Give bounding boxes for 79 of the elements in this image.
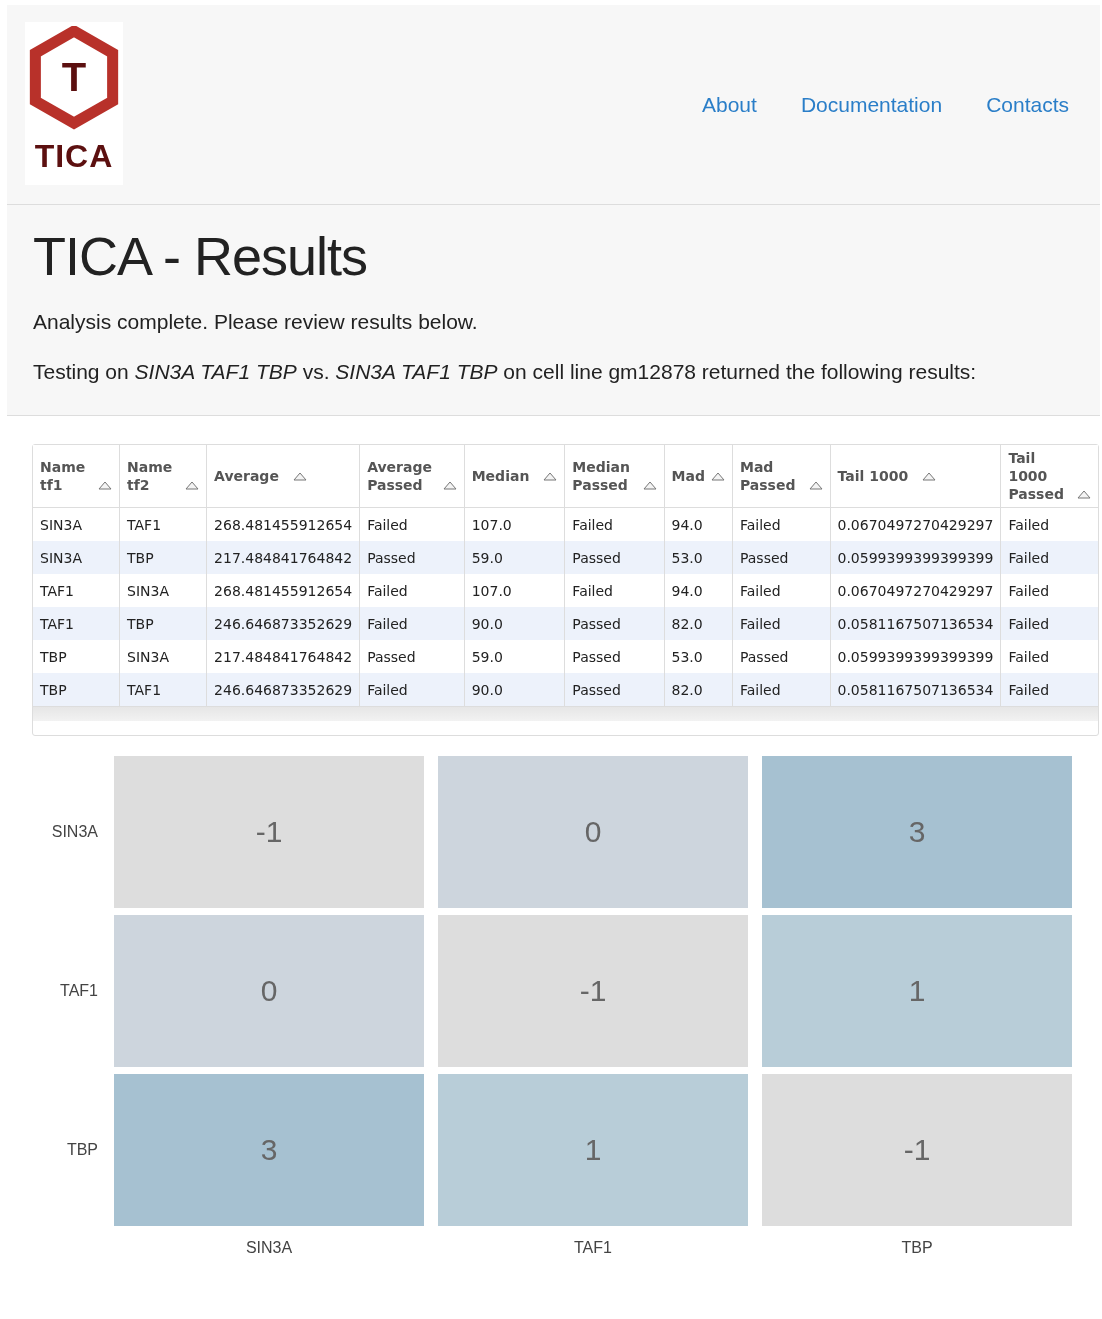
column-header[interactable]: Average [206,445,360,508]
table-cell: 59.0 [464,541,565,574]
table-cell: Failed [1000,507,1098,541]
sort-icon [808,481,823,490]
heatmap-cell: 3 [762,756,1072,908]
table-cell: Failed [1000,640,1098,673]
table-cell: Passed [359,541,465,574]
sort-icon [98,481,113,490]
table-cell: Failed [1000,607,1098,640]
column-header[interactable]: Name tf1 [33,445,120,508]
sort-icon [543,471,558,481]
table-cell: Passed [564,541,665,574]
heatmap-cell: 1 [762,915,1072,1067]
sort-icon [922,471,937,481]
heatmap-cell: 3 [114,1074,424,1226]
column-label: TAF1 [573,1238,613,1257]
sort-icon [292,471,307,481]
nav-link[interactable]: Documentation [800,93,943,117]
column-header[interactable]: Average Passed [359,445,465,508]
table-cell: TBP [119,607,207,640]
row-label: TBP [65,1141,99,1159]
horizontal-scrollbar[interactable] [33,706,1098,721]
table-cell: TAF1 [33,607,120,640]
column-header[interactable]: Mad [664,445,733,508]
table-cell: Failed [359,673,465,706]
table-cell: Failed [1000,541,1098,574]
table-cell: 82.0 [664,607,733,640]
table-cell: 90.0 [464,607,565,640]
table-cell: SIN3A [33,541,120,574]
table-cell: Failed [1000,574,1098,607]
table-cell: Passed [732,541,830,574]
page-title: TICA - Results [33,225,369,287]
table-cell: Failed [1000,673,1098,706]
row-label: SIN3A [50,823,99,841]
table-cell: 0.0581167507136534 [830,607,1001,640]
column-header[interactable]: Tail 1000 [830,445,1001,508]
heatmap-cell: -1 [114,756,424,908]
row-label: TAF1 [59,982,99,1000]
table-cell: 0.0581167507136534 [830,673,1001,706]
nav-link[interactable]: About [702,93,757,117]
table-cell: Failed [732,607,830,640]
column-label: TBP [900,1238,934,1257]
table-cell: Passed [564,607,665,640]
column-header[interactable]: Median Passed [564,445,665,508]
heatmap-cell: 0 [114,915,424,1067]
sort-icon [642,481,657,490]
sort-icon [185,481,200,490]
table-cell: Failed [359,607,465,640]
table-cell: 90.0 [464,673,565,706]
heatmap-cell: 0 [438,756,748,908]
table-cell: 53.0 [664,541,733,574]
description-text: Testing on SIN3A TAF1 TBP vs. SIN3A TAF1 TBP on cell line gm12878 returned the following results: [33,359,978,385]
logo-wordmark: TICA [34,138,114,175]
column-label: SIN3A [244,1238,294,1257]
column-header[interactable]: Name tf2 [119,445,207,508]
table-cell: TAF1 [119,673,207,706]
table-cell: 82.0 [664,673,733,706]
logo-card[interactable]: T TICA [25,22,123,185]
table-cell: 217.484841764842 [206,541,360,574]
heatmap-cell: -1 [762,1074,1072,1226]
table-cell: 246.646873352629 [206,607,360,640]
table-cell: 0.0599399399399399 [830,541,1001,574]
status-message: Analysis complete. Please review results below. [33,309,479,335]
logo-letter: T [60,55,88,100]
table-cell: Failed [732,673,830,706]
heatmap-cell: -1 [438,915,748,1067]
nav-link[interactable]: Contacts [986,93,1069,117]
table-cell: Passed [564,673,665,706]
column-header[interactable]: Mad Passed [732,445,830,508]
column-header[interactable]: Median [464,445,565,508]
table-cell: 246.646873352629 [206,673,360,706]
table-cell: TBP [33,673,120,706]
column-header[interactable]: Tail 1000 Passed [1000,445,1098,508]
hexagon-logo-icon [28,26,120,130]
heatmap-cell: 1 [438,1074,748,1226]
sort-icon [710,472,725,481]
sort-icon [442,481,457,490]
table-cell: TBP [119,541,207,574]
sort-icon [1077,490,1091,499]
